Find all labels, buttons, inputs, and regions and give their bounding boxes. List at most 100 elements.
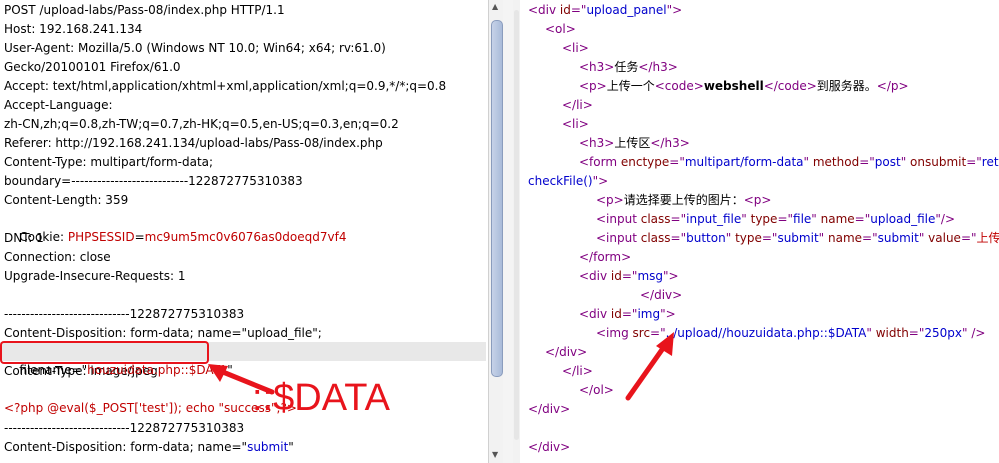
source-token: =" [570,3,587,17]
source-token: <li> [562,41,589,55]
source-line: </li> [562,96,593,115]
source-token: =" [854,212,871,226]
source-line: <li> [562,39,589,58]
source-token: post [874,155,901,169]
source-token: 上传一个 [606,79,655,93]
source-token: =" [670,212,687,226]
source-token: =" [621,307,638,321]
source-token: 250px [924,326,962,340]
source-token: 上传 [976,231,999,245]
source-token: <h3> [579,136,615,150]
source-line: <li> [562,115,589,134]
source-token: 到服务器。 [816,79,877,93]
source-token: <code> [654,79,704,93]
source-line: </div> [528,438,570,457]
scroll-thumb[interactable] [514,10,519,440]
source-token: "> [660,307,676,321]
source-line: <div id="msg"> [579,267,679,286]
source-token: checkFile() [528,174,593,188]
source-token: " [725,231,736,245]
source-token: <ol> [545,22,576,36]
source-token: class [640,231,671,245]
source-token: <input [596,212,641,226]
request-line: Content-Disposition: form-data; name="su… [4,440,294,454]
source-token: upload_panel [586,3,667,17]
source-line: <input class="button" type="submit" name… [596,229,999,248]
source-token: upload_file [870,212,936,226]
splitter[interactable] [503,0,513,463]
source-line: </li> [562,362,593,381]
source-token: " [918,231,929,245]
source-token: value [928,231,961,245]
source-token: <p> [596,193,624,207]
source-token: </code> [763,79,817,93]
source-token: =" [777,212,794,226]
source-line: <form enctype="multipart/form-data" meth… [579,153,999,172]
source-token: </p> [876,79,909,93]
source-token: " [811,212,821,226]
source-line: <div id="img"> [579,305,676,324]
source-token: =" [859,155,875,169]
source-token: type [735,231,762,245]
source-token: <p> [743,193,772,207]
source-token: 上传区 [614,136,651,150]
request-line: boundary=---------------------------1228… [4,174,303,188]
cookie-name: PHPSESSID [67,230,135,244]
source-token: " [741,212,751,226]
request-line: Accept-Language: [4,98,113,112]
arrow-icon [625,332,674,401]
request-line: Connection: close [4,250,111,264]
source-token: <div [579,307,611,321]
source-line: <div id="upload_panel"> [528,1,682,20]
source-line: checkFile()"> [528,172,608,191]
request-scrollbar[interactable]: ▲ ▼ [488,0,503,463]
source-token: onsubmit [910,155,967,169]
source-token: method [812,155,860,169]
annotation-label: ::$DATA [252,377,390,419]
source-line: </div> [545,343,587,362]
source-token: " /> [962,326,986,340]
source-token: "/> [935,212,956,226]
source-token: width [875,326,909,340]
request-line: POST /upload-labs/Pass-08/index.php HTTP… [4,3,285,17]
source-token: </li> [562,98,593,112]
request-line: User-Agent: Mozilla/5.0 (Windows NT 10.0… [4,41,386,55]
source-token: </h3> [650,136,690,150]
source-token: </li> [562,364,593,378]
scroll-down-icon[interactable]: ▼ [492,450,498,459]
source-line: <h3>上传区</h3> [579,134,690,153]
request-editor[interactable]: POST /upload-labs/Pass-08/index.php HTTP… [0,0,488,463]
request-line: Content-Length: 359 [4,193,129,207]
source-token: return [981,155,999,169]
source-token: submit [777,231,819,245]
source-token: <div [579,269,611,283]
source-token: </div> [640,288,683,302]
scroll-thumb[interactable] [491,20,503,377]
source-token: " [803,155,813,169]
source-token: ../upload//houzuidata.php::$DATA [665,326,867,340]
scroll-up-icon[interactable]: ▲ [492,2,498,11]
source-token: =" [966,155,982,169]
source-token: "> [663,269,679,283]
source-token: " [818,231,828,245]
source-token: enctype [620,155,670,169]
source-token: =" [908,326,925,340]
source-token: </div> [528,402,571,416]
source-token: name [828,231,863,245]
source-line: <p>请选择要上传的图片：<p> [596,191,771,210]
source-token: <li> [562,117,589,131]
source-token: img [637,307,661,321]
source-line: <p>上传一个<code>webshell</code>到服务器。</p> [579,77,909,96]
source-token: =" [669,155,685,169]
cookie-line: Cookie: PHPSESSID=mc9um5mc0v6076as0doeqd… [19,230,347,244]
source-token: input_file [686,212,742,226]
source-token: <input [596,231,641,245]
request-line: Accept: text/html,application/xhtml+xml,… [4,79,447,93]
source-token: </form> [579,250,632,264]
source-token: id [559,3,571,17]
source-token: </ol> [579,383,614,397]
source-token: file [793,212,812,226]
request-line: Gecko/20100101 Firefox/61.0 [4,60,181,74]
source-token: =" [621,269,638,283]
source-token: =" [960,231,977,245]
